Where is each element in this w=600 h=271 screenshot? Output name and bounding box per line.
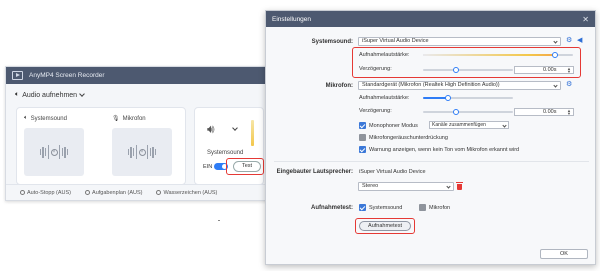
microphone-delay-input[interactable]: 0.00s ▲ ▼ — [514, 108, 574, 116]
audio-sources-card: 🔈︎ Systemsound × 🎙︎ Mikrofon × — [16, 107, 186, 185]
record-test-label: Aufnahmetest: — [310, 205, 353, 211]
microphone-delay-label: Verzögerung: — [359, 108, 392, 114]
delay-value: 0.00s — [543, 67, 557, 73]
auto-stop-item[interactable]: Auto-Stopp (AUS) — [20, 190, 71, 196]
settings-dialog: Einstellungen ✕ Systemsound: iSuper Virt… — [265, 10, 596, 265]
schedule-item[interactable]: Aufgabenplan (AUS) — [85, 190, 142, 196]
mono-mode-value: Kanäle zusammenfügen — [432, 122, 486, 128]
system-sound-source[interactable]: 🔈︎ Systemsound × — [24, 115, 96, 176]
microphone-volume-slider[interactable] — [423, 95, 513, 101]
record-test-system-label: Systemsound — [369, 205, 403, 211]
record-test-button[interactable]: Aufnahmetest — [359, 221, 411, 231]
slider-knob[interactable] — [453, 67, 459, 73]
chevron-down-icon — [553, 83, 558, 88]
recorder-titlebar: AnyMP4 Screen Recorder — [6, 67, 272, 84]
gear-icon[interactable]: ⚙ — [566, 36, 572, 44]
systemsound-device-value: iSuper Virtual Audio Device — [362, 38, 429, 44]
slider-fill — [423, 54, 555, 56]
systemsound-volume-slider[interactable] — [423, 52, 573, 58]
microphone-device-value: Standardgerät (Mikrofon (Realtek High De… — [362, 82, 500, 88]
spinner-arrows-icon[interactable]: ▲ ▼ — [567, 67, 571, 74]
systemsound-delay-input[interactable]: 0.00s ▲ ▼ — [514, 66, 574, 74]
chevron-down-icon[interactable] — [232, 125, 238, 131]
system-sound-panel-label: Systemsound — [207, 150, 244, 156]
speaker-settings-icon[interactable]: ◀ — [577, 36, 582, 44]
chevron-down-icon — [502, 122, 507, 128]
mode-dropdown[interactable]: 🔈︎ Audio aufnehmen — [15, 91, 85, 99]
trash-icon[interactable] — [456, 182, 463, 190]
chevron-down-icon — [446, 184, 451, 189]
delay-value: 0.00s — [543, 109, 557, 115]
systemsound-device-select[interactable]: iSuper Virtual Audio Device — [358, 37, 561, 46]
schedule-label: Aufgabenplan (AUS) — [92, 189, 143, 196]
auto-stop-label: Auto-Stopp (AUS) — [27, 189, 72, 196]
microphone-device-select[interactable]: Standardgerät (Mikrofon (Realtek High De… — [358, 81, 561, 90]
microphone-label: Mikrofon: — [325, 83, 353, 89]
slider-knob[interactable] — [445, 95, 452, 101]
speaker-channel-select[interactable]: Stereo — [358, 182, 454, 191]
noise-suppression-label: Mikrofongeräuschunterdrückung — [369, 135, 448, 141]
close-icon[interactable]: ✕ — [582, 15, 589, 24]
app-logo-icon — [12, 71, 23, 80]
noise-suppression-checkbox[interactable] — [359, 134, 366, 141]
mono-label: Monophoner Modus — [369, 123, 418, 129]
microphone-label: Mikrofon — [122, 115, 146, 122]
systemsound-label: Systemsound: — [311, 39, 353, 45]
test-button[interactable]: Test — [233, 161, 261, 172]
microphone-muted-tile: × — [112, 128, 172, 176]
mono-mode-select[interactable]: Kanäle zusammenfügen — [429, 121, 509, 129]
settings-titlebar: Einstellungen ✕ — [266, 11, 595, 27]
clock-icon — [20, 189, 25, 195]
watermark-label: Wasserzeichen (AUS) — [163, 189, 218, 196]
chevron-down-icon — [553, 39, 558, 44]
speaker-channel-value: Stereo — [362, 183, 379, 189]
mic-warning-label: Warnung anzeigen, wenn kein Ton vom Mikr… — [369, 147, 520, 153]
systemsound-delay-slider[interactable] — [423, 67, 513, 73]
speaker-volume-icon: 🔊︎ — [207, 122, 215, 136]
muted-icon: × — [50, 148, 58, 156]
system-sound-panel: 🔊︎ Systemsound EIN Test — [194, 107, 264, 185]
mono-checkbox[interactable] — [359, 122, 366, 129]
stray-dot — [218, 220, 220, 221]
divider — [274, 161, 589, 162]
recorder-title: AnyMP4 Screen Recorder — [29, 72, 105, 79]
calendar-icon — [85, 189, 91, 195]
speaker-icon: 🔈︎ — [24, 115, 28, 121]
spinner-arrows-icon[interactable]: ▲ ▼ — [567, 109, 571, 116]
toggle-label: EIN — [203, 163, 213, 170]
microphone-icon: 🎙︎ — [112, 116, 120, 122]
speaker-icon: 🔈︎ — [15, 91, 20, 98]
mode-label: Audio aufnehmen — [22, 91, 78, 99]
slider-knob[interactable] — [453, 109, 459, 115]
gear-icon[interactable]: ⚙ — [566, 80, 572, 88]
microphone-delay-slider[interactable] — [423, 109, 513, 115]
microphone-source[interactable]: 🎙︎ Mikrofon × — [112, 115, 184, 176]
recorder-window: AnyMP4 Screen Recorder 🔈︎ Audio aufnehme… — [5, 66, 273, 201]
record-test-system-checkbox[interactable] — [359, 204, 366, 211]
system-sound-toggle[interactable]: EIN — [203, 163, 229, 170]
systemsound-volume-label: Aufnahmelautstärke: — [359, 52, 410, 58]
volume-meter — [251, 120, 254, 146]
recorder-footer: Auto-Stopp (AUS) Aufgabenplan (AUS) Wass… — [6, 184, 272, 200]
slider-knob[interactable] — [552, 52, 558, 58]
system-sound-label: Systemsound — [30, 115, 67, 122]
speaker-device-value: iSuper Virtual Audio Device — [359, 169, 426, 175]
ok-button[interactable]: OK — [540, 249, 588, 259]
watermark-item[interactable]: Wasserzeichen (AUS) — [156, 190, 217, 196]
watermark-icon — [156, 189, 162, 195]
mic-warning-checkbox[interactable] — [359, 146, 366, 153]
chevron-down-icon — [79, 91, 85, 97]
system-sound-muted-tile: × — [24, 128, 84, 176]
settings-title: Einstellungen — [272, 15, 312, 23]
record-test-mic-label: Mikrofon — [429, 205, 451, 211]
speaker-label: Eingebauter Lautsprecher: — [276, 169, 353, 175]
microphone-volume-label: Aufnahmelautstärke: — [359, 95, 410, 101]
muted-icon: × — [138, 148, 146, 156]
systemsound-delay-label: Verzögerung: — [359, 66, 392, 72]
record-test-mic-checkbox[interactable] — [419, 204, 426, 211]
